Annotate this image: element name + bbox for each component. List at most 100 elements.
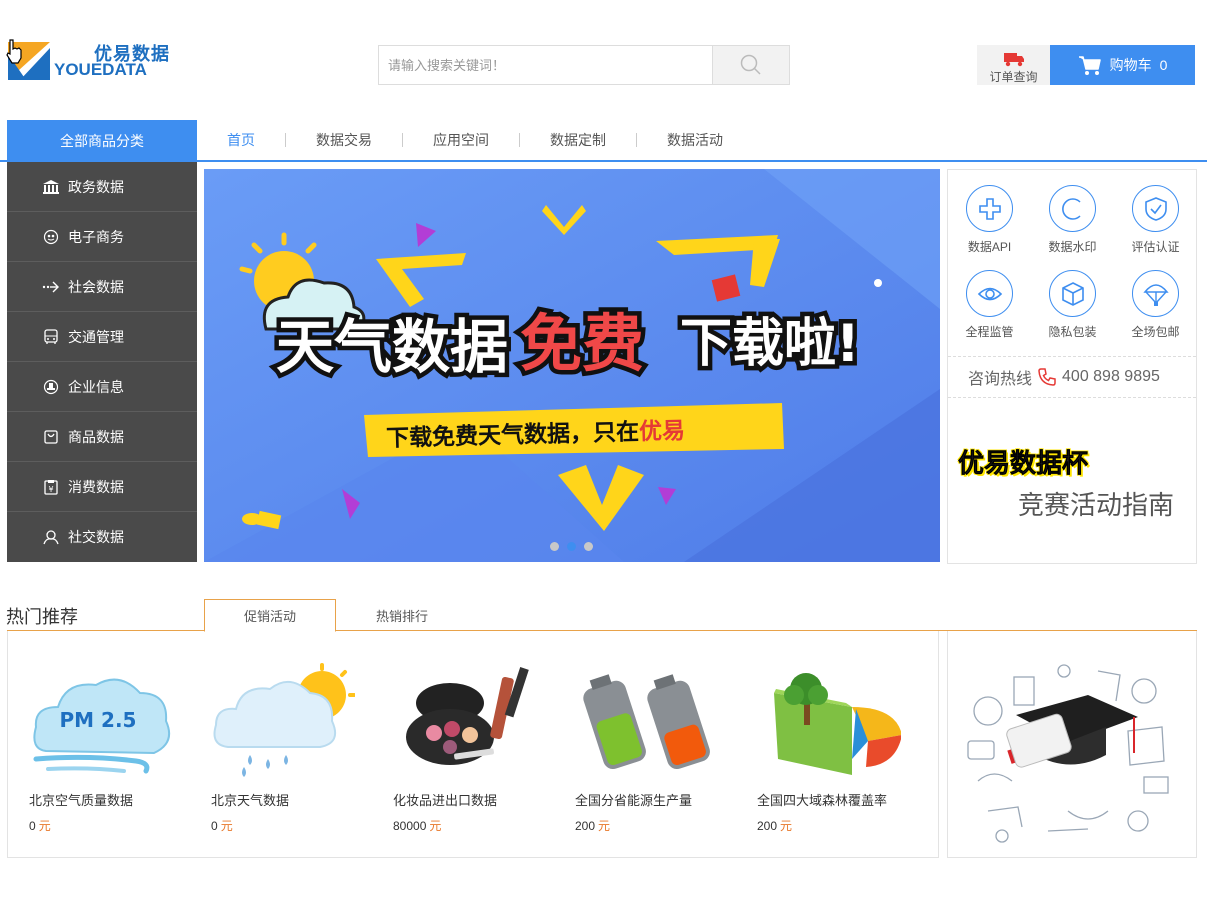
sidebar-item-goods[interactable]: 商品数据 <box>7 412 197 462</box>
service-free-shipping[interactable]: 全场包邮 <box>1114 270 1197 340</box>
logo-text-en: YOUEDATA <box>54 60 147 79</box>
product-name: 全国四大域森林覆盖率 <box>757 793 888 808</box>
watermark-icon <box>1049 185 1096 232</box>
education-promo-banner[interactable] <box>947 631 1197 858</box>
price-value: 200 <box>575 819 596 833</box>
sidebar-item-social-network[interactable]: 社交数据 <box>7 512 197 562</box>
service-label: 数据API <box>967 240 1012 254</box>
price-value: 0 <box>211 819 218 833</box>
tab-bestsellers[interactable]: 热销排行 <box>336 599 468 631</box>
search-input[interactable] <box>379 46 712 84</box>
logo[interactable]: 优易数据 YOUEDATA <box>6 38 186 82</box>
eye-icon <box>966 270 1013 317</box>
sidebar-item-enterprise[interactable]: 企业信息 <box>7 362 197 412</box>
all-categories-button[interactable]: 全部商品分类 <box>7 120 197 161</box>
product-card[interactable]: 北京天气数据 0元 <box>190 631 372 856</box>
carousel-dot[interactable] <box>584 542 593 551</box>
pm25-cloud-image: PM 2.5 <box>33 678 170 774</box>
service-watermark[interactable]: 数据水印 <box>1031 185 1114 255</box>
search-button[interactable] <box>712 46 789 84</box>
parachute-icon <box>1132 270 1179 317</box>
service-api[interactable]: 数据API <box>948 185 1031 255</box>
product-card[interactable]: 化妆品进出口数据 80000 元 <box>372 631 554 856</box>
sidebar-item-government[interactable]: 政务数据 <box>7 162 197 212</box>
banner-subtitle-brand: 优易 <box>639 418 686 445</box>
cart-icon <box>1078 56 1101 75</box>
cosmetics-image <box>406 667 529 765</box>
mouse-cursor-icon <box>6 39 22 64</box>
price-value: 200 <box>757 819 778 833</box>
service-label: 全场包邮 <box>1131 325 1180 339</box>
service-panel: 数据API 数据水印 评估认证 全程监管 隐私包装 全场包邮 咨询热线 400 … <box>947 169 1197 564</box>
hotline-number[interactable]: 400 898 9895 <box>1062 368 1160 386</box>
api-icon <box>966 185 1013 232</box>
forest-pie-image <box>774 673 901 775</box>
banner-title-1: 天气数据 <box>276 313 508 381</box>
ecommerce-icon <box>41 227 61 247</box>
nav-home[interactable]: 首页 <box>197 130 285 150</box>
sidebar-item-ecommerce[interactable]: 电子商务 <box>7 212 197 262</box>
order-query-button[interactable]: 订单查询 <box>977 45 1050 85</box>
service-label: 评估认证 <box>1131 240 1180 254</box>
shopping-bag-icon <box>41 427 61 447</box>
banner-graphic: 天气数据 免费 下载啦! 下载免费天气数据，只在优易 <box>204 169 940 562</box>
carousel-dots <box>550 542 593 551</box>
currency-label: 元 <box>780 819 793 833</box>
banner-title-2: 免费 <box>520 307 644 380</box>
contest-guide-link[interactable]: 优易数据杯 竞赛活动指南 <box>948 398 1196 563</box>
social-data-icon <box>41 277 61 297</box>
product-price: 200 元 <box>757 817 792 834</box>
truck-icon <box>1004 53 1024 67</box>
enterprise-icon <box>41 377 61 397</box>
product-name: 北京天气数据 <box>211 793 290 808</box>
nav-data-trade[interactable]: 数据交易 <box>286 130 402 150</box>
product-card[interactable]: 全国分省能源生产量 200 元 <box>554 631 736 856</box>
product-card[interactable]: PM 2.5 北京空气质量数据 0元 <box>8 631 190 856</box>
service-label: 数据水印 <box>1048 240 1097 254</box>
government-icon <box>41 177 61 197</box>
sidebar-item-label: 政务数据 <box>68 178 124 195</box>
phone-icon <box>1038 368 1056 386</box>
currency-label: 元 <box>38 819 51 833</box>
pm25-text: PM 2.5 <box>60 708 137 732</box>
nav-data-events[interactable]: 数据活动 <box>637 130 753 150</box>
sidebar-item-label: 电子商务 <box>68 228 124 245</box>
tab-promotions[interactable]: 促销活动 <box>204 599 336 632</box>
sidebar-item-label: 消费数据 <box>68 478 124 495</box>
service-supervision[interactable]: 全程监管 <box>948 270 1031 340</box>
nav-app-space[interactable]: 应用空间 <box>403 130 519 150</box>
social-network-icon <box>41 527 61 547</box>
currency-label: 元 <box>220 819 233 833</box>
sidebar-item-traffic[interactable]: 交通管理 <box>7 312 197 362</box>
main-nav: 首页 数据交易 应用空间 数据定制 数据活动 <box>197 120 753 160</box>
sidebar-item-social-data[interactable]: 社会数据 <box>7 262 197 312</box>
price-value: 80000 <box>393 819 427 833</box>
sidebar-item-label: 社会数据 <box>68 278 124 295</box>
service-privacy[interactable]: 隐私包装 <box>1031 270 1114 340</box>
cart-button[interactable]: 购物车 0 <box>1050 45 1195 85</box>
section-title: 热门推荐 <box>6 607 78 627</box>
product-name: 北京空气质量数据 <box>29 793 134 808</box>
carousel-dot[interactable] <box>550 542 559 551</box>
consumption-icon: ¥ <box>41 477 61 497</box>
hero-banner[interactable]: 天气数据 免费 下载啦! 下载免费天气数据，只在优易 <box>204 169 940 562</box>
batteries-image <box>583 674 710 770</box>
carousel-dot-active[interactable] <box>567 542 576 551</box>
contest-title: 优易数据杯 <box>958 448 1089 479</box>
sidebar-item-label: 企业信息 <box>68 378 124 395</box>
service-certification[interactable]: 评估认证 <box>1114 185 1197 255</box>
product-name: 全国分省能源生产量 <box>575 793 693 808</box>
nav-data-custom[interactable]: 数据定制 <box>520 130 636 150</box>
product-price: 200 元 <box>575 817 610 834</box>
banner-title-3: 下载啦! <box>680 314 860 374</box>
hotline: 咨询热线 400 898 9895 <box>948 356 1196 398</box>
product-price: 80000 元 <box>393 817 441 834</box>
sidebar-item-consumption[interactable]: ¥ 消费数据 <box>7 462 197 512</box>
currency-label: 元 <box>598 819 611 833</box>
weather-cloud-image <box>213 663 355 777</box>
sidebar-item-label: 商品数据 <box>68 428 124 445</box>
svg-text:¥: ¥ <box>48 485 53 494</box>
service-label: 全程监管 <box>965 325 1014 339</box>
cart-label: 购物车 <box>1109 57 1152 73</box>
product-card[interactable]: 全国四大域森林覆盖率 200 元 <box>736 631 918 856</box>
